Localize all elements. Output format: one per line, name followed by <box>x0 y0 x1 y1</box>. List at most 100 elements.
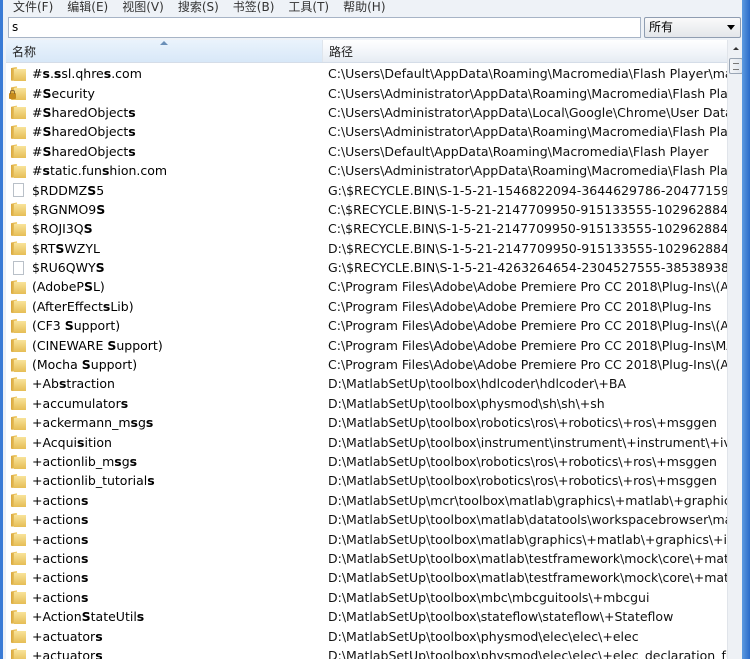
match-highlight: s <box>120 395 129 411</box>
match-highlight: s <box>114 454 122 469</box>
match-highlight: s <box>42 163 50 179</box>
path-cell: C:\Users\Administrator\AppData\Roaming\M… <box>328 85 727 101</box>
list-item[interactable]: $RGNMO9S C:\$RECYCLE.BIN\S-1-5-21-2147709… <box>6 200 727 219</box>
menu-bar: 文件(F) 编辑(E) 视图(V) 搜索(S) 书签(B) 工具(T) 帮助(H) <box>6 0 393 16</box>
name-cell: #s.ssl.qhres.com <box>6 66 323 81</box>
folder-icon <box>11 551 26 566</box>
menu-item[interactable]: 文件(F) <box>6 0 60 16</box>
list-item[interactable]: +ackermann_msgs D:\MatlabSetUp\toolbox\ro… <box>6 413 727 432</box>
folder-icon <box>11 396 26 411</box>
column-header-path[interactable]: 路径 <box>323 40 353 62</box>
path-cell: C:\Users\Administrator\AppData\Roaming\M… <box>328 163 727 179</box>
folder-icon <box>11 415 26 430</box>
match-highlight: S <box>42 104 52 120</box>
name-cell: +actions <box>6 532 323 547</box>
list-item[interactable]: #SharedObjects C:\Users\Administrator\App… <box>6 122 727 141</box>
name-cell: +actions <box>6 493 323 508</box>
list-item[interactable]: +actuators D:\MatlabSetUp\toolbox\physmod… <box>6 646 727 659</box>
list-item[interactable]: +ActionStateUtils D:\MatlabSetUp\toolbox\… <box>6 607 727 626</box>
list-item[interactable]: +actions D:\MatlabSetUp\toolbox\matlab\te… <box>6 568 727 587</box>
file-name: #Security <box>32 86 95 101</box>
scroll-up-icon[interactable] <box>733 47 739 50</box>
match-highlight: s <box>136 609 145 625</box>
list-item[interactable]: +actions D:\MatlabSetUp\toolbox\matlab\da… <box>6 510 727 529</box>
file-name: (CINEWARE Support) <box>32 338 163 353</box>
list-item[interactable]: +actionlib_msgs D:\MatlabSetUp\toolbox\ro… <box>6 452 727 471</box>
list-item[interactable]: #SharedObjects C:\Users\Default\AppData\R… <box>6 142 727 161</box>
list-item[interactable]: (CINEWARE Support) C:\Program Files\Adobe… <box>6 335 727 354</box>
filter-dropdown[interactable]: 所有 <box>644 17 741 38</box>
list-item[interactable]: $RU6QWYS G:\$RECYCLE.BIN\S-1-5-21-4263264… <box>6 258 727 277</box>
match-highlight: S <box>42 143 52 159</box>
match-highlight: s <box>95 647 103 659</box>
file-name: (CF3 Support) <box>32 318 120 333</box>
match-highlight: s <box>80 512 89 528</box>
list-item[interactable]: $RDDMZS5 G:\$RECYCLE.BIN\S-1-5-21-1546822… <box>6 180 727 199</box>
list-item[interactable]: (CF3 Support) C:\Program Files\Adobe\Adob… <box>6 316 727 335</box>
folder-icon <box>11 590 26 605</box>
name-text: $RGNMO9 <box>32 201 97 217</box>
name-text: upport) <box>90 357 138 373</box>
path-cell: D:\MatlabSetUp\toolbox\physmod\elec\elec… <box>328 628 639 644</box>
name-text: upport) <box>116 337 163 353</box>
list-item[interactable]: #Security C:\Users\Administrator\AppData\… <box>6 83 727 102</box>
column-header-name[interactable]: 名称 <box>6 40 323 62</box>
menu-item[interactable]: 书签(B) <box>226 0 282 16</box>
menu-item[interactable]: 工具(T) <box>281 0 336 16</box>
menu-item[interactable]: 视图(V) <box>115 0 171 16</box>
search-input[interactable]: s <box>8 17 641 38</box>
match-highlight: s <box>42 66 50 82</box>
menu-item[interactable]: 编辑(E) <box>60 0 115 16</box>
file-name: +actions <box>32 512 88 527</box>
match-highlight: S <box>83 279 93 295</box>
match-highlight: s <box>128 124 136 140</box>
name-text: # <box>32 124 43 140</box>
menu-item[interactable]: 帮助(H) <box>336 0 392 16</box>
result-rows: #s.ssl.qhres.com C:\Users\Default\AppData… <box>6 64 727 659</box>
match-highlight: s <box>80 492 89 508</box>
list-item[interactable]: +Acquisition D:\MatlabSetUp\toolbox\instr… <box>6 432 727 451</box>
folder-icon <box>11 241 26 256</box>
name-text: upport) <box>73 318 121 334</box>
name-text: # <box>32 66 43 82</box>
list-item[interactable]: $RTSWZYL D:\$RECYCLE.BIN\S-1-5-21-2147709… <box>6 239 727 258</box>
file-name: #s.ssl.qhres.com <box>32 66 142 81</box>
path-cell: C:\Program Files\Adobe\Adobe Premiere Pr… <box>328 337 727 353</box>
list-item[interactable]: +actions D:\MatlabSetUp\mcr\toolbox\matla… <box>6 491 727 510</box>
scrollbar-thumb[interactable] <box>729 58 743 74</box>
file-name: +ActionStateUtils <box>32 609 144 624</box>
name-text: g <box>137 415 146 431</box>
list-item[interactable]: +actions D:\MatlabSetUp\toolbox\matlab\te… <box>6 549 727 568</box>
path-cell: D:\$RECYCLE.BIN\S-1-5-21-2147709950-9151… <box>328 240 727 256</box>
name-text: (Mocha <box>32 357 82 373</box>
name-cell: #SharedObjects <box>6 124 323 139</box>
folder-icon <box>11 473 26 488</box>
list-item[interactable]: #static.funshion.com C:\Users\Administrat… <box>6 161 727 180</box>
list-item[interactable]: (AfterEffectsLib) C:\Program Files\Adobe\… <box>6 297 727 316</box>
name-cell: #static.funshion.com <box>6 163 323 178</box>
list-item[interactable]: +actuators D:\MatlabSetUp\toolbox\physmod… <box>6 626 727 645</box>
list-item[interactable]: +actions D:\MatlabSetUp\toolbox\matlab\gr… <box>6 529 727 548</box>
results-list: 名称 路径 #s.ssl.qhres.com C:\Users\Default\A… <box>6 40 727 659</box>
name-cell: +actions <box>6 590 323 605</box>
list-item[interactable]: #s.ssl.qhres.com C:\Users\Default\AppData… <box>6 64 727 83</box>
file-name: (Mocha Support) <box>32 357 137 372</box>
menu-item[interactable]: 搜索(S) <box>171 0 226 16</box>
list-item[interactable]: (Mocha Support) C:\Program Files\Adobe\Ad… <box>6 355 727 374</box>
file-icon <box>13 183 24 198</box>
path-cell: C:\Program Files\Adobe\Adobe Premiere Pr… <box>328 357 727 373</box>
list-item[interactable]: $ROJI3QS C:\$RECYCLE.BIN\S-1-5-21-2147709… <box>6 219 727 238</box>
list-item[interactable]: (AdobePSL) C:\Program Files\Adobe\Adobe P… <box>6 277 727 296</box>
name-cell: $RDDMZS5 <box>6 183 323 198</box>
match-highlight: S <box>64 318 74 334</box>
name-text: $ROJI3Q <box>32 221 84 237</box>
name-cell: (CINEWARE Support) <box>6 338 323 353</box>
name-text: hion.com <box>109 163 168 179</box>
list-item[interactable]: #SharedObjects C:\Users\Administrator\App… <box>6 103 727 122</box>
list-item[interactable]: +actionlib_tutorials D:\MatlabSetUp\toolb… <box>6 471 727 490</box>
name-cell: +actuators <box>6 629 323 644</box>
list-item[interactable]: +actions D:\MatlabSetUp\toolbox\mbc\mbcgu… <box>6 588 727 607</box>
list-item[interactable]: +accumulators D:\MatlabSetUp\toolbox\phys… <box>6 394 727 413</box>
list-item[interactable]: +Abstraction D:\MatlabSetUp\toolbox\hdlco… <box>6 374 727 393</box>
match-highlight: s <box>130 415 138 431</box>
